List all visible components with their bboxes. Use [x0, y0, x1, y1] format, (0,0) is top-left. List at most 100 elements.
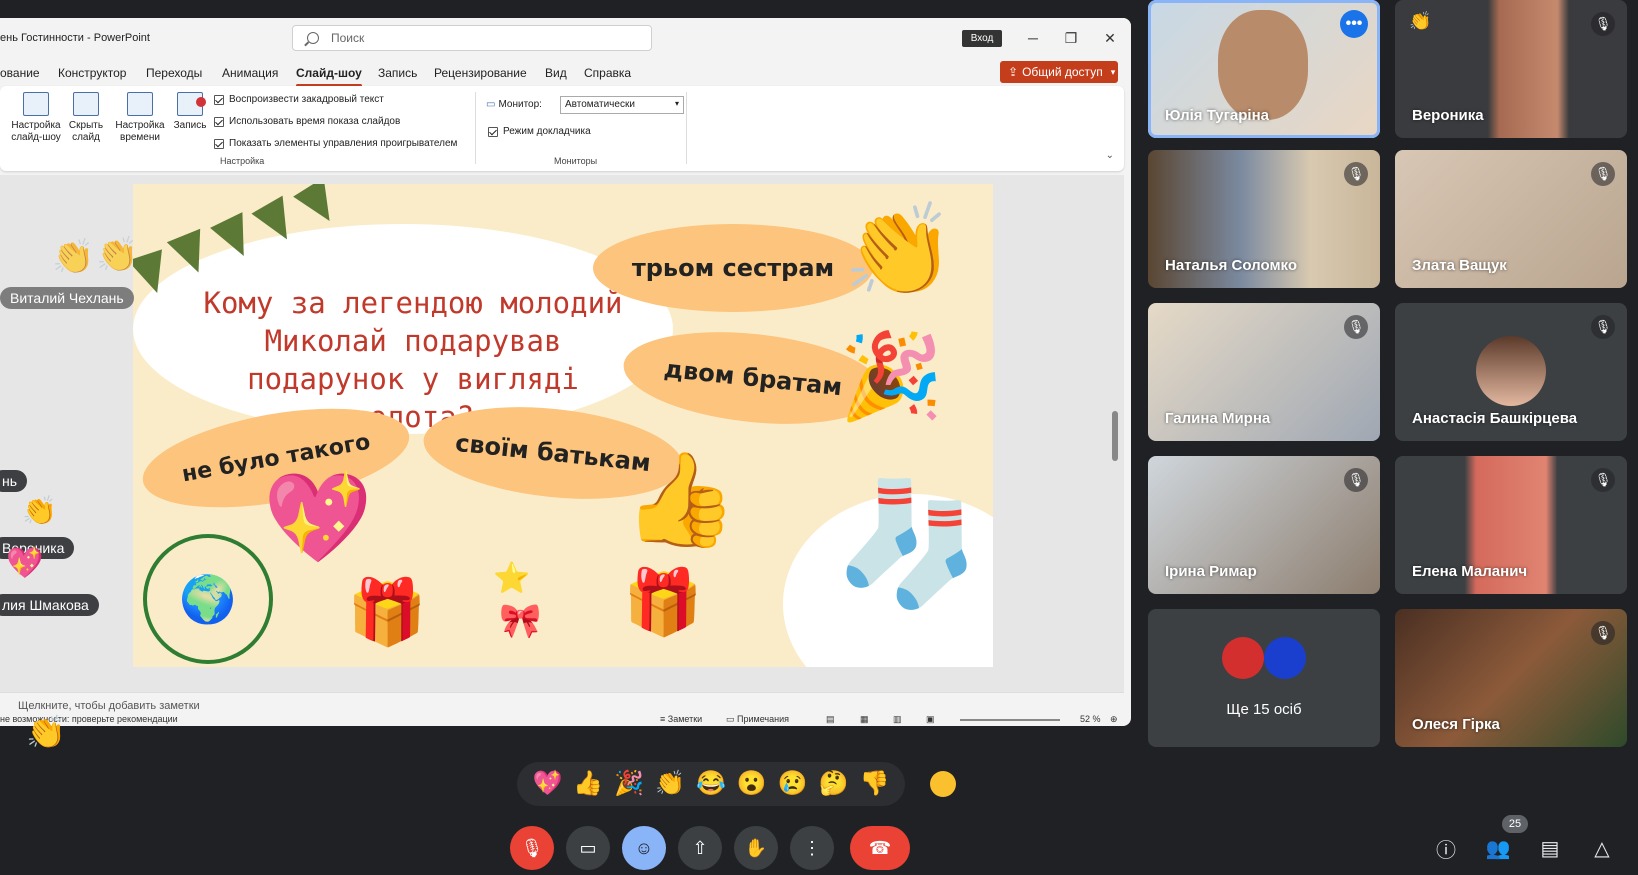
minimize-icon[interactable]: ─	[1022, 27, 1044, 49]
search-icon	[307, 32, 319, 44]
ribbon-divider	[475, 92, 476, 164]
menu-slideshow[interactable]: Слайд-шоу	[296, 66, 362, 87]
menu-transitions[interactable]: Переходы	[146, 66, 202, 80]
laugh-reaction-button[interactable]: 😂	[696, 772, 726, 796]
menu-view[interactable]: Вид	[545, 66, 567, 80]
setup-slideshow-button[interactable]: Настройка слайд-шоу	[10, 92, 62, 144]
zoom-slider[interactable]	[960, 719, 1060, 721]
monitor-select[interactable]: Автоматически ▾	[560, 96, 684, 114]
presenter-view-label: Режим докладчика	[503, 126, 591, 137]
mic-toggle-button[interactable]: 🎙	[510, 826, 554, 870]
notes-toggle[interactable]: ≡ Заметки	[660, 714, 702, 724]
rehearse-timings-button[interactable]: Настройка времени	[114, 92, 166, 144]
media-controls-checkbox[interactable]: Показать элементы управления проигрывате…	[214, 138, 457, 149]
leave-call-button[interactable]: ☎	[850, 826, 910, 870]
menu-record[interactable]: Запись	[378, 66, 417, 80]
collapse-ribbon-icon[interactable]: ⌄	[1106, 150, 1114, 161]
present-screen-button[interactable]: ⇧	[678, 826, 722, 870]
hand-icon: ✋	[744, 837, 768, 858]
eco-center-logo: 🌍	[143, 534, 273, 664]
share-button[interactable]: ⇪ Общий доступ ▾	[1000, 61, 1118, 83]
raised-hand-icon: 👏	[1409, 11, 1432, 31]
fit-slide-icon[interactable]: ⊕	[1110, 714, 1118, 725]
notes-pane[interactable]: Щелкните, чтобы добавить заметки	[0, 692, 1124, 714]
party-reaction-button[interactable]: 🎉	[614, 772, 644, 796]
checkbox-checked-icon	[488, 126, 498, 137]
mic-off-icon: 🎙	[1344, 162, 1368, 186]
more-options-button[interactable]: ⋮	[790, 826, 834, 870]
mic-off-icon: 🎙	[1591, 468, 1615, 492]
participant-name: Юлія Тугаріна	[1165, 107, 1269, 124]
thumbs-down-reaction-button[interactable]: 👎	[859, 772, 889, 796]
narration-label: Воспроизвести закадровый текст	[229, 94, 384, 105]
skin-tone-button[interactable]	[930, 771, 956, 797]
thumbs-up-reaction-button[interactable]: 👍	[573, 772, 603, 796]
clap-reaction-button[interactable]: 👏	[655, 772, 685, 796]
restore-icon[interactable]: ❐	[1060, 27, 1082, 49]
answer-2-text: двом братам	[662, 354, 844, 402]
thinking-reaction-button[interactable]: 🤔	[819, 772, 849, 796]
participant-tile[interactable]: 🎙 Анастасія Башкірцева	[1395, 303, 1627, 441]
menu-design-partial[interactable]: ование	[0, 66, 40, 80]
menu-review[interactable]: Рецензирование	[434, 66, 527, 80]
narration-checkbox[interactable]: Воспроизвести закадровый текст	[214, 94, 384, 105]
rehearse-timings-label: Настройка времени	[115, 120, 165, 143]
activities-icon[interactable]: △	[1588, 834, 1616, 862]
checkbox-checked-icon	[214, 138, 224, 149]
participant-name: Анастасія Башкірцева	[1412, 410, 1578, 427]
heart-reaction-icon: 💖	[6, 547, 44, 580]
group-label-monitors: Мониторы	[554, 156, 598, 166]
participant-tile[interactable]: ••• Юлія Тугаріна	[1148, 0, 1380, 138]
participant-name: Ірина Римар	[1165, 563, 1257, 580]
participant-name: Злата Ващук	[1412, 257, 1507, 274]
reactions-button[interactable]: ☺	[622, 826, 666, 870]
participant-tile[interactable]: 🎙 Елена Маланич	[1395, 456, 1627, 594]
slideshow-setup-icon	[23, 92, 49, 116]
slideshow-view-icon[interactable]: ▣	[926, 714, 935, 725]
gift-box-icon: 🎁	[347, 576, 427, 648]
participant-tile[interactable]: 🎙 Наталья Соломко	[1148, 150, 1380, 288]
participant-tile[interactable]: 🎙 Злата Ващук	[1395, 150, 1627, 288]
thumbs-up-icon: 👍	[623, 449, 738, 551]
menu-animation[interactable]: Анимация	[222, 66, 278, 80]
more-participants-tile[interactable]: Ще 15 осіб	[1148, 609, 1380, 747]
clap-reaction-icon: 👏	[26, 714, 66, 750]
raise-hand-button[interactable]: ✋	[734, 826, 778, 870]
hide-slide-button[interactable]: Скрыть слайд	[64, 92, 108, 144]
people-icon[interactable]: 👥	[1484, 834, 1512, 862]
more-participants-label: Ще 15 осіб	[1226, 701, 1302, 718]
clap-reaction-icon: 👏	[22, 495, 57, 526]
presenter-view-checkbox[interactable]: Режим докладчика	[488, 126, 591, 137]
menu-help[interactable]: Справка	[584, 66, 631, 80]
timings-checkbox[interactable]: Использовать время показа слайдов	[214, 116, 400, 127]
sad-reaction-button[interactable]: 😢	[778, 772, 808, 796]
mic-off-icon: 🎙	[1591, 315, 1615, 339]
heart-reaction-button[interactable]: 💖	[532, 772, 562, 796]
checkbox-checked-icon	[214, 116, 224, 127]
zoom-level[interactable]: 52 %	[1080, 714, 1101, 724]
record-button[interactable]: Запись	[170, 92, 210, 132]
surprised-reaction-button[interactable]: 😮	[737, 772, 767, 796]
info-icon[interactable]: ⓘ	[1432, 834, 1460, 862]
ppt-status-bar: не возможности: проверьте рекомендации ≡…	[0, 714, 1124, 726]
more-options-icon[interactable]: •••	[1340, 10, 1368, 38]
sorter-view-icon[interactable]: ▦	[860, 714, 869, 725]
participant-tile[interactable]: 👏 🎙 Вероника	[1395, 0, 1627, 138]
close-icon[interactable]: ✕	[1099, 27, 1121, 49]
comments-toggle[interactable]: ▭ Примечания	[726, 714, 789, 725]
ppt-login-button[interactable]: Вход	[962, 30, 1002, 47]
participant-tile[interactable]: 🎙 Олеся Гірка	[1395, 609, 1627, 747]
christmas-stocking-icon: 🧦	[833, 477, 983, 611]
participant-tile[interactable]: 🎙 Галина Мирна	[1148, 303, 1380, 441]
ppt-search-box[interactable]: Поиск	[292, 25, 652, 51]
slide-scrollbar[interactable]	[1112, 411, 1118, 461]
answer-option-1[interactable]: трьом сестрам	[593, 224, 873, 312]
participant-tile[interactable]: 🎙 Ірина Римар	[1148, 456, 1380, 594]
camera-toggle-button[interactable]: ▭	[566, 826, 610, 870]
hang-up-icon: ☎	[868, 837, 892, 858]
reading-view-icon[interactable]: ▥	[893, 714, 902, 725]
normal-view-icon[interactable]: ▤	[826, 714, 835, 725]
menu-designer[interactable]: Конструктор	[58, 66, 126, 80]
chat-icon[interactable]: ▤	[1536, 834, 1564, 862]
presentation-window: ень Гостинности - PowerPoint Поиск Вход …	[0, 18, 1131, 726]
